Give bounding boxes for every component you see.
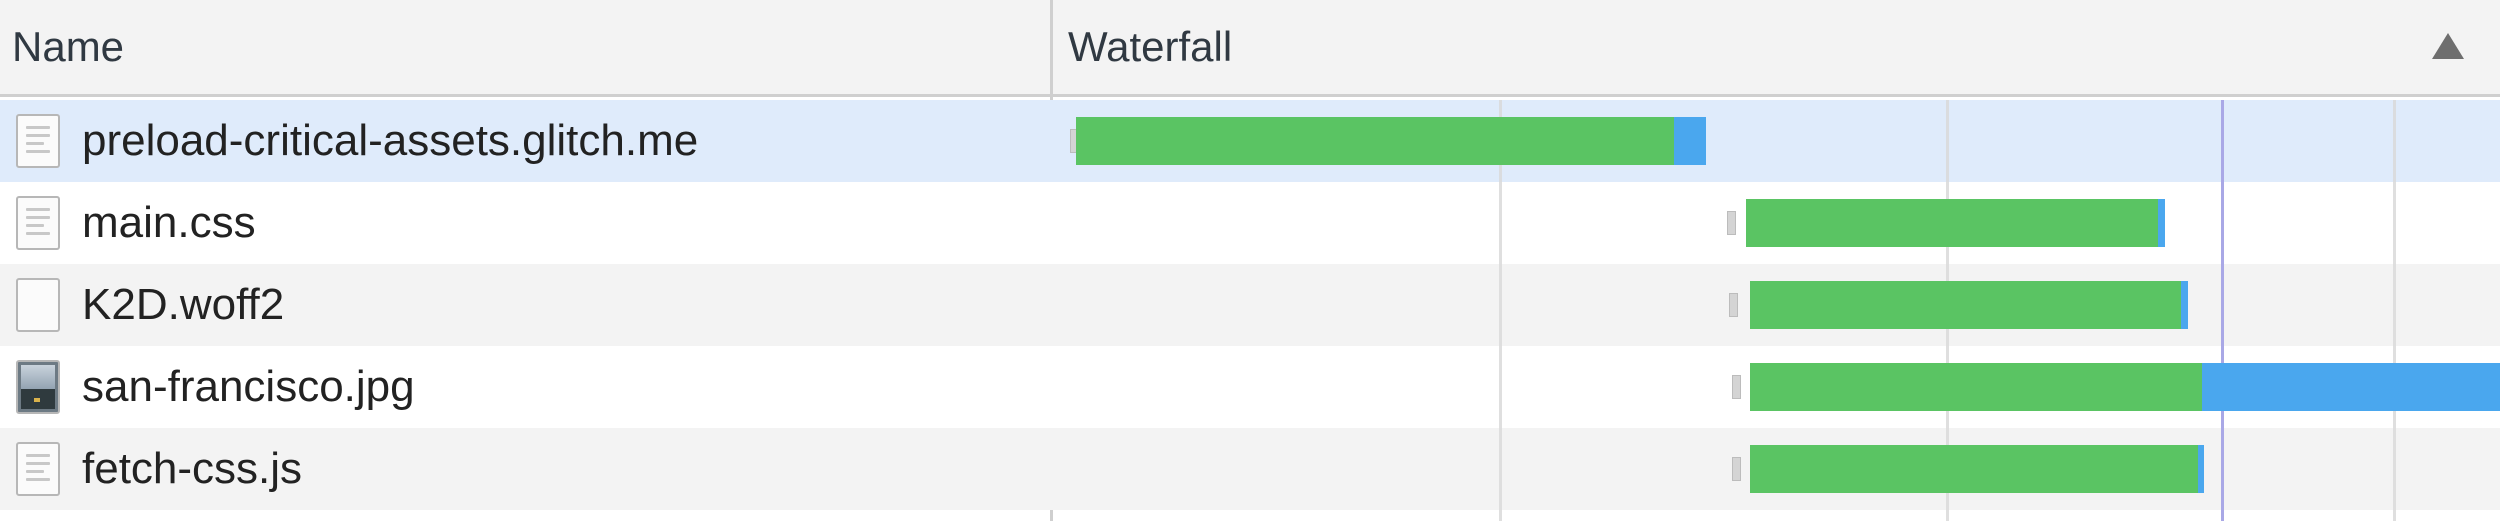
request-name: K2D.woff2 xyxy=(82,280,285,329)
column-header-name-label: Name xyxy=(12,23,125,70)
script-icon xyxy=(16,442,60,496)
request-name: san-francisco.jpg xyxy=(82,362,415,411)
request-name: fetch-css.js xyxy=(82,444,303,493)
table-row[interactable]: preload-critical-assets.glitch.me xyxy=(0,100,2500,182)
document-icon xyxy=(16,114,60,168)
table-header: Name Waterfall xyxy=(0,0,2500,97)
column-header-waterfall-label: Waterfall xyxy=(1068,23,1233,70)
stylesheet-icon xyxy=(16,196,60,250)
name-cell: san-francisco.jpg xyxy=(0,346,1050,428)
table-row[interactable]: fetch-css.js xyxy=(0,428,2500,510)
font-file-icon xyxy=(16,278,60,332)
table-row[interactable]: main.css xyxy=(0,182,2500,264)
network-request-table: Name Waterfall preload-critical-assets.g… xyxy=(0,0,2500,521)
request-name: main.css xyxy=(82,198,256,247)
name-cell: fetch-css.js xyxy=(0,428,1050,510)
name-cell: main.css xyxy=(0,182,1050,264)
column-header-waterfall[interactable]: Waterfall xyxy=(1052,0,2500,94)
request-name: preload-critical-assets.glitch.me xyxy=(82,116,699,165)
table-row[interactable]: san-francisco.jpg xyxy=(0,346,2500,428)
image-thumbnail-icon xyxy=(16,360,60,414)
table-row[interactable]: K2D.woff2 xyxy=(0,264,2500,346)
name-cell: K2D.woff2 xyxy=(0,264,1050,346)
sort-ascending-icon[interactable] xyxy=(2432,33,2464,59)
name-cell: preload-critical-assets.glitch.me xyxy=(0,100,1050,182)
column-header-name[interactable]: Name xyxy=(0,0,1050,94)
